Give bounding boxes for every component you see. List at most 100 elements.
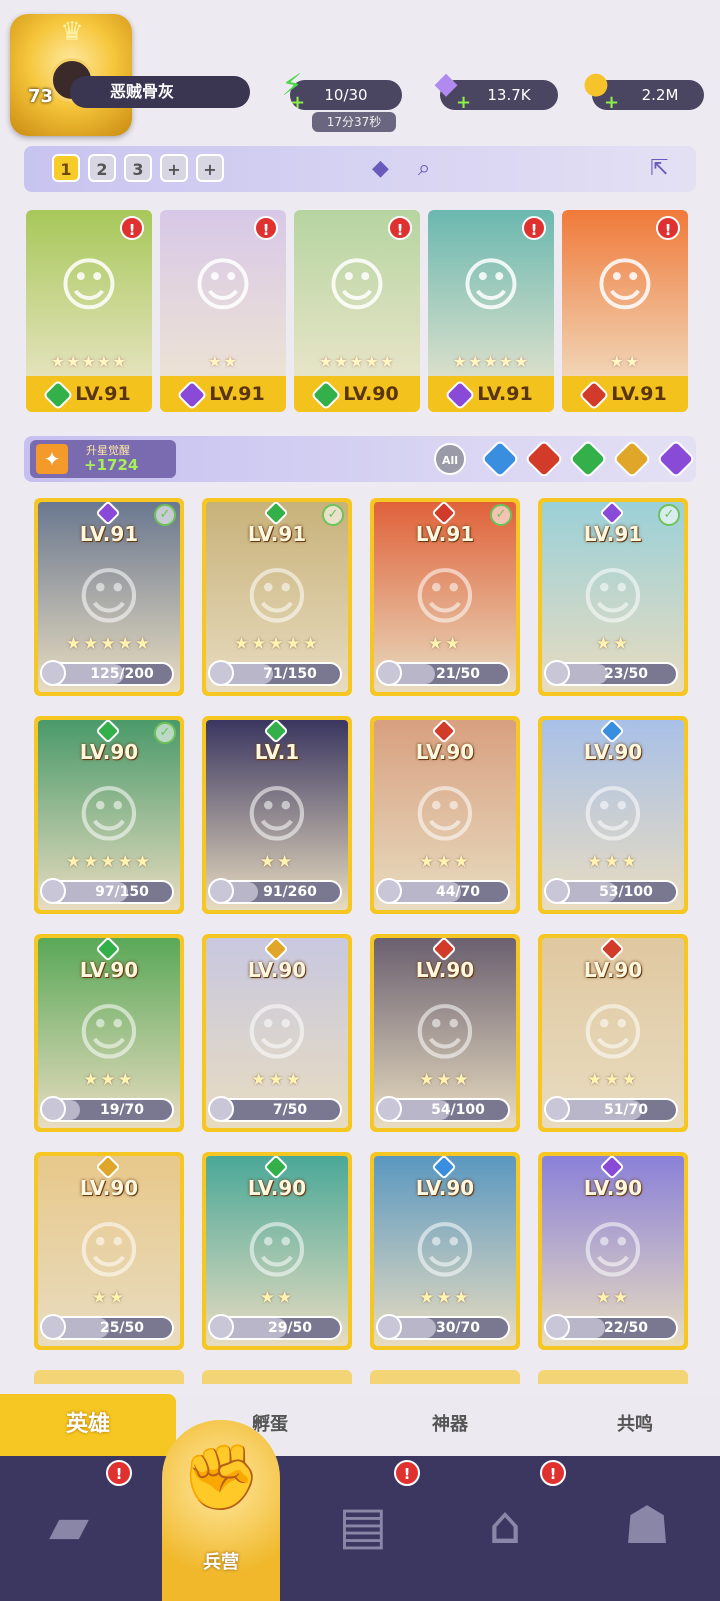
guild-icon: ☗ [623,1496,671,1556]
filter-element-3[interactable] [568,439,608,479]
tab-artifacts[interactable]: 神器 [360,1394,540,1456]
player-level: 73 [28,86,54,107]
hero-stars: ★★ [259,852,295,872]
filter-element-4[interactable] [612,439,652,479]
hero-level-band: LV.91 [562,376,688,412]
check-icon: ✓ [154,504,176,526]
hero-stars: ★★ [595,634,631,654]
share-icon[interactable]: ⇱ [650,146,668,192]
team-slot-1[interactable]: 1 [52,154,80,182]
tab-resonance[interactable]: 共鸣 [550,1394,720,1456]
shop-icon: ⌂ [488,1496,522,1556]
filter-element-1[interactable] [480,439,520,479]
search-icon[interactable]: ⌕ [418,146,430,192]
player-avatar[interactable]: ♛ [10,14,132,136]
tab-heroes[interactable]: 英雄 [0,1394,176,1456]
team-slot-3[interactable]: 3 [124,154,152,182]
nav-barracks[interactable]: ✊ 兵营 [162,1420,280,1601]
shard-progress-bar: 25/50 [40,1314,174,1340]
team-slot-5[interactable]: + [196,154,224,182]
hero-stars: ★★★★★ [233,634,321,654]
sub-tab-bar: 英雄 孵蛋 神器 共鸣 [0,1394,720,1456]
hero-level: LV.90 [583,740,643,764]
hero-card[interactable]: ☺ LV.90 ★★★ 19/70 [34,934,184,1132]
nav-guild[interactable]: ☗ [602,1476,692,1576]
shard-icon [544,1096,570,1122]
hero-card[interactable]: ☺ LV.90 ★★★ 7/50 [202,934,352,1132]
hero-level: LV.90 [415,1176,475,1200]
shard-progress-bar: 23/50 [544,660,678,686]
team-hero-card[interactable]: ☺! ★★★★★ LV.91 [26,210,152,412]
hero-card[interactable]: ☺ LV.1 ★★ 91/260 [202,716,352,914]
filter-element-2[interactable] [524,439,564,479]
hero-card[interactable]: ☺ LV.90 ✓ ★★★★★ 97/150 [34,716,184,914]
shard-icon: ✦ [36,444,68,474]
awaken-shards-counter[interactable]: ✦ 升星觉醒 +1724 [30,440,176,478]
hero-level: LV.90 [247,1176,307,1200]
team-hero-card[interactable]: ☺! ★★ LV.91 [160,210,286,412]
hero-card[interactable]: ☺ LV.91 ✓ ★★ 21/50 [370,498,520,696]
hero-card[interactable]: ☺ LV.91 ✓ ★★ 23/50 [538,498,688,696]
element-gem-icon [310,378,342,411]
hero-level: LV.90 [415,958,475,982]
hero-stars: ★★★★★ [65,852,153,872]
nav-cards[interactable]: ▰ [24,1476,114,1576]
hero-card[interactable]: ☺ LV.90 ★★★ 54/100 [370,934,520,1132]
nav-book[interactable]: ▤ [318,1476,408,1576]
gems-plus-icon[interactable]: + [456,92,471,113]
check-icon: ✓ [490,504,512,526]
team-hero-card[interactable]: ☺! ★★★★★ LV.90 [294,210,420,412]
shard-progress-bar: 22/50 [544,1314,678,1340]
hero-stars: ★★★ [251,1070,303,1090]
shard-progress-text: 19/70 [99,1102,145,1118]
shard-progress-bar: 125/200 [40,660,174,686]
shard-progress-bar: 97/150 [40,878,174,904]
team-slot-4[interactable]: + [160,154,188,182]
shard-progress-text: 71/150 [263,666,317,682]
hero-card[interactable]: ☺ LV.91 ✓ ★★★★★ 71/150 [202,498,352,696]
team-hero-card[interactable]: ☺! ★★ LV.91 [562,210,688,412]
nav-cards-badge: ! [106,1460,132,1486]
hero-stars: ★★ [595,1288,631,1308]
barracks-icon: ✊ [181,1441,261,1515]
shard-progress-text: 7/50 [272,1102,308,1118]
element-gem-icon [176,378,208,411]
filter-element-5[interactable] [656,439,696,479]
shard-progress-text: 22/50 [603,1320,649,1336]
player-name-bar[interactable]: 恶贼骨灰 [70,76,250,108]
hero-card[interactable]: ☺ LV.90 ★★ 22/50 [538,1152,688,1350]
element-gem-icon [444,378,476,411]
hero-stars: ★★★ [587,1070,639,1090]
hero-stars: ★★ [91,1288,127,1308]
shard-progress-text: 29/50 [267,1320,313,1336]
team-hero-card[interactable]: ☺! ★★★★★ LV.91 [428,210,554,412]
hero-card[interactable]: ☺ LV.90 ★★★ 30/70 [370,1152,520,1350]
filter-all-button[interactable]: All [434,443,466,475]
shard-progress-bar: 91/260 [208,878,342,904]
hero-card[interactable]: ☺ LV.90 ★★★ 44/70 [370,716,520,914]
team-slot-2[interactable]: 2 [88,154,116,182]
hero-stars: ★★★★★ [65,634,153,654]
hero-card[interactable]: ☺ LV.91 ✓ ★★★★★ 125/200 [34,498,184,696]
bottom-navigation: ▰ ! ▤ ! ⌂ ! ☗ [0,1456,720,1601]
hero-level: LV.90 [583,958,643,982]
hero-level-band: LV.90 [294,376,420,412]
coins-plus-icon[interactable]: + [604,92,619,113]
energy-timer: 17分37秒 [312,112,396,132]
hero-level-band: LV.91 [160,376,286,412]
shard-progress-bar: 44/70 [376,878,510,904]
hero-level: LV.90 [415,740,475,764]
hero-card[interactable]: ☺ LV.90 ★★★ 53/100 [538,716,688,914]
hero-card[interactable]: ☺ LV.90 ★★ 25/50 [34,1152,184,1350]
coins-value: 2.2M [641,86,679,104]
element-gem-icon [42,378,74,411]
energy-plus-icon[interactable]: + [290,92,305,113]
nav-shop[interactable]: ⌂ [460,1476,550,1576]
hero-card[interactable]: ☺ LV.90 ★★★ 51/70 [538,934,688,1132]
shards-value: +1724 [84,456,139,474]
shard-progress-bar: 54/100 [376,1096,510,1122]
hero-level: LV.1 [254,740,300,764]
hero-card[interactable]: ☺ LV.90 ★★ 29/50 [202,1152,352,1350]
hero-stars: ★★ [427,634,463,654]
element-switch-icon[interactable]: ◆ [372,146,389,192]
